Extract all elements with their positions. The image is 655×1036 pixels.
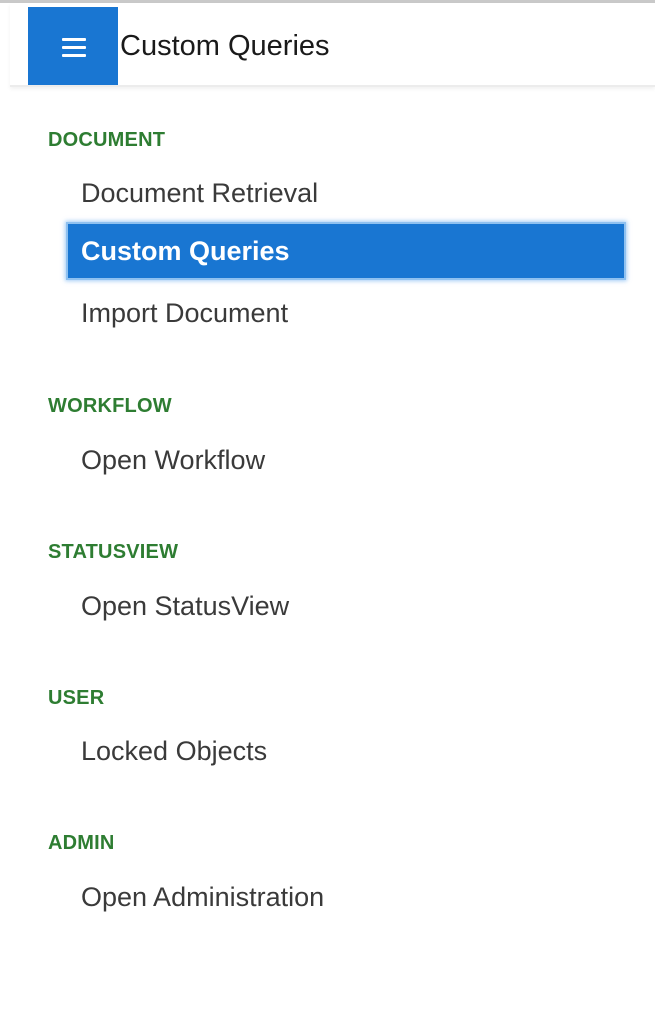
app-window: Custom Queries DOCUMENT Document Retriev… — [0, 0, 655, 1036]
menu-button[interactable] — [28, 7, 118, 85]
section-header-document: DOCUMENT — [48, 129, 166, 151]
nav-item-open-workflow[interactable]: Open Workflow — [66, 431, 626, 489]
page-title: Custom Queries — [120, 30, 330, 62]
section-header-user: USER — [48, 687, 105, 709]
nav-item-open-statusview[interactable]: Open StatusView — [66, 577, 626, 635]
section-header-workflow: WORKFLOW — [48, 395, 172, 417]
nav-item-import-document[interactable]: Import Document — [66, 284, 626, 342]
section-header-statusview: STATUSVIEW — [48, 541, 179, 563]
nav-item-open-administration[interactable]: Open Administration — [66, 868, 626, 926]
nav-item-document-retrieval[interactable]: Document Retrieval — [66, 164, 626, 222]
nav-item-locked-objects[interactable]: Locked Objects — [66, 722, 626, 780]
app-header: Custom Queries — [10, 3, 655, 87]
nav-item-custom-queries[interactable]: Custom Queries — [66, 222, 626, 280]
section-header-admin: ADMIN — [48, 832, 115, 854]
